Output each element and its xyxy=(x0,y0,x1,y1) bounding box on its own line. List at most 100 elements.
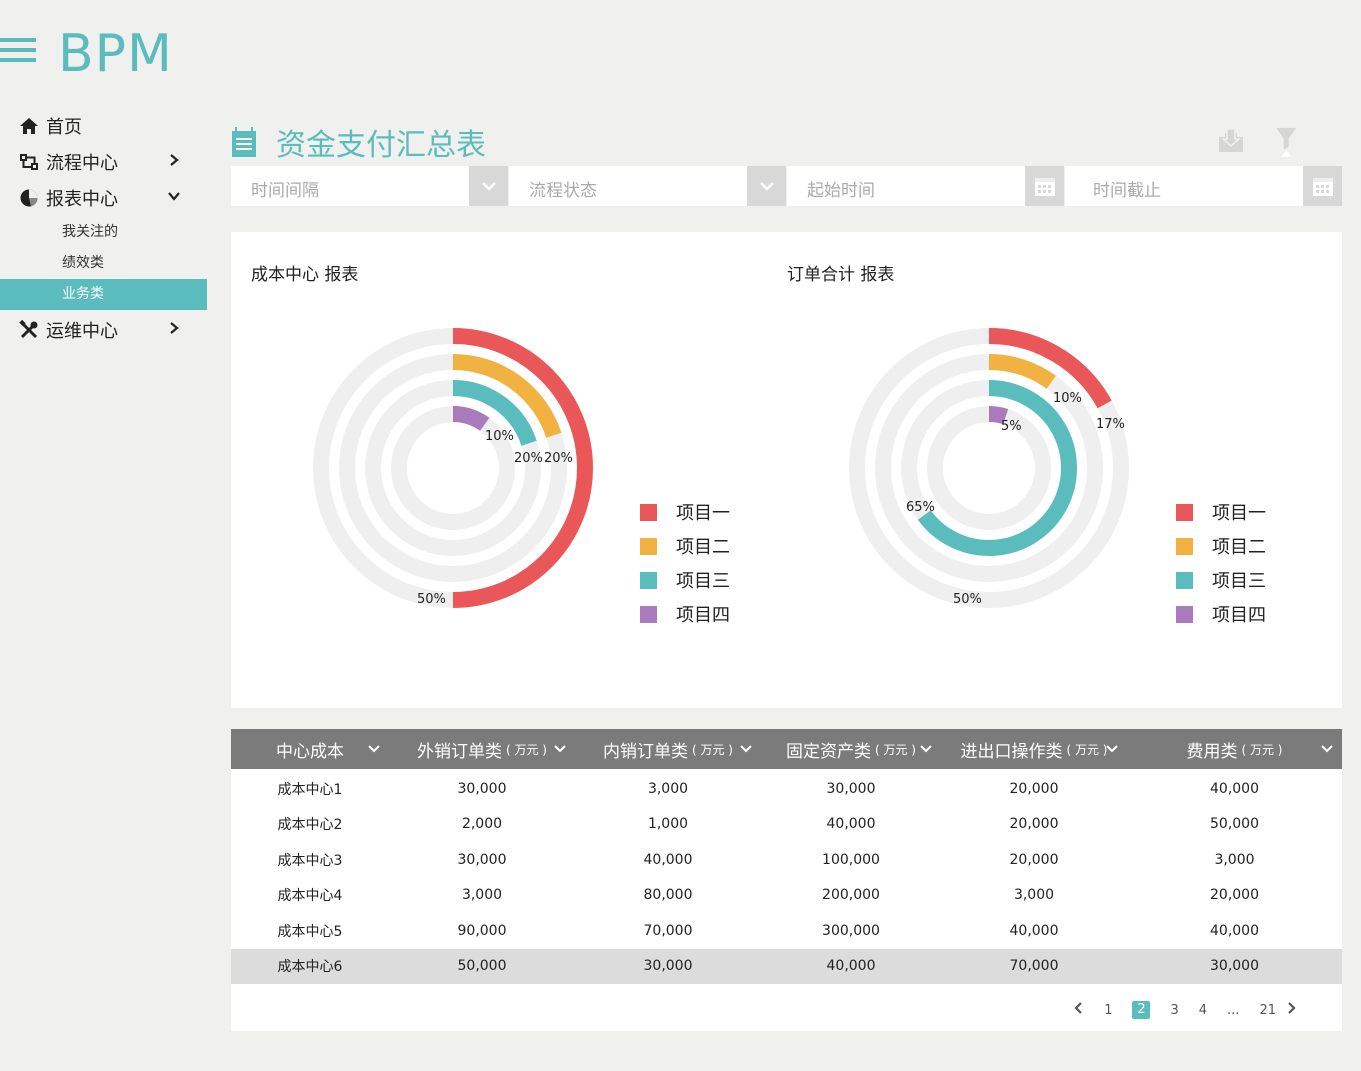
table-body: 成本中心1 30,000 3,000 30,000 20,000 40,000 成本中心2 2… xyxy=(231,769,1342,984)
sort-chevron-icon[interactable] xyxy=(367,742,381,756)
sidebar-subitem-followed[interactable]: 我关注的 xyxy=(0,217,207,248)
table-cell: 30,000 xyxy=(826,780,876,797)
sidebar-subitem-business[interactable]: 业务类 xyxy=(0,279,207,310)
legend-item: 项目四 xyxy=(640,597,730,631)
sidebar-subitem-performance[interactable]: 绩效类 xyxy=(0,248,207,279)
status-select[interactable]: 流程状态 xyxy=(509,166,787,206)
calendar-icon xyxy=(1034,178,1055,196)
table-row[interactable]: 成本中心5 90,000 70,000 300,000 40,000 40,000 xyxy=(231,913,1342,949)
sort-chevron-icon[interactable] xyxy=(553,742,567,756)
start-date-field[interactable]: 起始时间 xyxy=(787,166,1065,206)
table-header: 中心成本 外销订单类( 万元 ) 内销订单类( 万元 ) 固定资产类 ( 万元 ) 进出口… xyxy=(231,729,1342,769)
data-label: 10% xyxy=(485,429,514,444)
chevron-down-icon xyxy=(481,182,496,191)
page-title: 资金支付汇总表 xyxy=(276,128,486,163)
pagination: 1 2 3 4... 21 xyxy=(1064,1001,1306,1019)
legend-label: 项目二 xyxy=(1212,537,1266,558)
table-row[interactable]: 成本中心1 30,000 3,000 30,000 20,000 40,000 xyxy=(231,771,1342,807)
series-arc-4[interactable] xyxy=(988,405,1009,425)
table-cell: 30,000 xyxy=(457,780,507,797)
sort-chevron-icon[interactable] xyxy=(919,742,933,756)
dropdown-button[interactable] xyxy=(747,166,786,206)
page-number[interactable]: 1 xyxy=(1104,1003,1112,1018)
table-cell: 20,000 xyxy=(1009,780,1059,797)
end-date-field[interactable]: 时间截止 xyxy=(1065,166,1342,206)
table-row[interactable]: 成本中心2 2,000 1,000 40,000 20,000 50,000 xyxy=(231,807,1342,843)
table-cell: 20,000 xyxy=(1009,851,1059,868)
page-number[interactable]: 2 xyxy=(1132,1001,1151,1019)
table-cell: 40,000 xyxy=(826,816,876,833)
calendar-button[interactable] xyxy=(1303,166,1342,206)
table-cell: 40,000 xyxy=(826,958,876,975)
sort-chevron-icon[interactable] xyxy=(739,742,753,756)
table-cell: 40,000 xyxy=(643,851,693,868)
column-header[interactable]: 外销订单类 ( 万元 ) xyxy=(389,729,575,769)
sidebar-item-reports[interactable]: 报表中心 xyxy=(0,180,207,216)
series-arc-2[interactable] xyxy=(988,354,1057,389)
table-cell: 3,000 xyxy=(1013,887,1055,904)
legend-swatch xyxy=(1176,605,1193,623)
table-cell: 30,000 xyxy=(643,958,693,975)
sidebar-item-flow[interactable]: 流程中心 xyxy=(0,144,207,180)
calendar-icon xyxy=(1312,178,1333,196)
sort-chevron-icon[interactable] xyxy=(1320,742,1334,756)
next-page-icon[interactable] xyxy=(1286,1002,1296,1018)
table-cell: 成本中心1 xyxy=(277,781,343,798)
dropdown-button[interactable] xyxy=(469,166,508,206)
data-label: 5% xyxy=(1001,419,1022,434)
page-number[interactable]: 4 xyxy=(1199,1003,1207,1018)
table-cell: 20,000 xyxy=(1009,816,1059,833)
prev-page-icon[interactable] xyxy=(1074,1002,1084,1018)
calendar-button[interactable] xyxy=(1025,166,1064,206)
legend-item: 项目三 xyxy=(1176,563,1266,597)
table-cell: 3,000 xyxy=(461,887,503,904)
table-cell: 200,000 xyxy=(822,887,880,904)
table-cell: 成本中心5 xyxy=(277,923,343,940)
series-arc-4[interactable] xyxy=(452,406,490,432)
filter-icon[interactable] xyxy=(1272,127,1302,157)
table-cell: 3,000 xyxy=(647,780,689,797)
end-date-placeholder: 时间截止 xyxy=(1093,181,1161,201)
flow-icon xyxy=(18,151,40,173)
data-label: 10% xyxy=(1053,391,1082,406)
data-label: 65% xyxy=(906,500,935,515)
legend-label: 项目一 xyxy=(676,503,730,524)
table-row[interactable]: 成本中心4 3,000 80,000 200,000 3,000 20,000 xyxy=(231,878,1342,914)
page-number[interactable]: 3 xyxy=(1170,1003,1178,1018)
data-label: 20% xyxy=(544,451,573,466)
table-cell: 成本中心4 xyxy=(277,888,343,905)
column-header[interactable]: 进出口操作类( 万元 ) xyxy=(941,729,1127,769)
column-header[interactable]: 费用类( 万元 ) xyxy=(1127,729,1342,769)
table-row[interactable]: 成本中心6 50,000 30,000 40,000 70,000 30,000 xyxy=(231,948,1342,984)
summary-table: 中心成本 外销订单类( 万元 ) 内销订单类( 万元 ) 固定资产类 ( 万元 ) 进出口… xyxy=(231,729,1342,1031)
column-header-label: 固定资产类 xyxy=(786,741,871,762)
column-header-label: 进出口操作类 xyxy=(960,741,1063,762)
column-header[interactable]: 固定资产类 ( 万元 ) xyxy=(761,729,941,769)
legend-label: 项目一 xyxy=(1212,503,1266,524)
table-cell: 3,000 xyxy=(1214,851,1255,868)
page-number[interactable]: 21 xyxy=(1259,1003,1276,1018)
table-cell: 40,000 xyxy=(1009,922,1059,939)
table-row[interactable]: 成本中心3 30,000 40,000 100,000 20,000 3,000 xyxy=(231,842,1342,878)
sidebar-item-home[interactable]: 首页 xyxy=(0,108,207,144)
sidebar-item-label: 运维中心 xyxy=(46,321,118,342)
table-cell: 70,000 xyxy=(643,922,693,939)
interval-select[interactable]: 时间间隔 xyxy=(231,166,509,206)
sidebar-item-label: 首页 xyxy=(46,117,82,138)
legend-swatch xyxy=(640,605,657,623)
menu-toggle-icon[interactable] xyxy=(0,38,36,68)
download-icon[interactable] xyxy=(1216,125,1246,155)
column-header[interactable]: 中心成本 xyxy=(231,729,389,769)
column-header[interactable]: 内销订单类 ( 万元 ) xyxy=(575,729,761,769)
chevron-right-icon xyxy=(170,154,179,166)
legend-item: 项目一 xyxy=(640,495,730,529)
data-label: 50% xyxy=(953,592,982,607)
legend-swatch xyxy=(1176,571,1193,589)
legend-swatch xyxy=(640,571,657,589)
data-label: 50% xyxy=(417,592,446,607)
table-cell: 40,000 xyxy=(1210,780,1259,797)
sort-chevron-icon[interactable] xyxy=(1105,742,1119,756)
sidebar-item-ops[interactable]: 运维中心 xyxy=(0,312,207,348)
sidebar: 首页 流程中心 报表中心 我关注的 绩效类 业务类 运维中心 xyxy=(0,108,207,348)
column-unit: ( 万元 ) xyxy=(875,742,916,757)
